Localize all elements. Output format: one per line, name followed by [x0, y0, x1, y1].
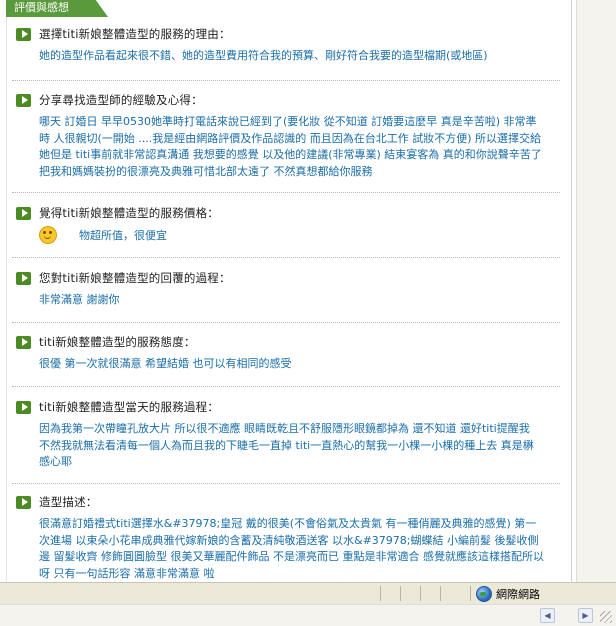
- answer-text: 她的造型作品看起來很不錯、她的造型費用符合我的預算、剛好符合我要的造型檔期(或地…: [39, 49, 488, 62]
- play-arrow-icon: [16, 93, 31, 107]
- globe-icon: [476, 586, 492, 602]
- play-arrow-icon: [16, 335, 31, 349]
- question-block-price: 覺得titi新娘整體造型的服務價格： 物超所值，很便宜: [16, 205, 556, 245]
- divider: [12, 322, 560, 323]
- answer-text: 很滿意訂婚禮式titi選擇水&#37978;皇冠 戴的很美(不會俗氣及太貴氣 有…: [39, 517, 544, 580]
- question-block-process: titi新娘整體造型當天的服務過程： 因為我第一次帶瞳孔放大片 所以很不適應 眼…: [16, 399, 556, 471]
- vertical-scrollbar-track[interactable]: [576, 0, 616, 582]
- divider: [12, 257, 560, 258]
- play-arrow-icon: [16, 27, 31, 41]
- question-title: 分享尋找造型師的經驗及心得：: [39, 93, 203, 107]
- answer-text: 哪天 訂婚日 早早0530她準時打電話來說已經到了(要化妝 從不知道 訂婚要這麼…: [39, 115, 542, 178]
- vertical-scrollbar[interactable]: [576, 0, 616, 582]
- question-block-experience: 分享尋找造型師的經驗及心得： 哪天 訂婚日 早早0530她準時打電話來說已經到了…: [16, 92, 556, 180]
- status-separator: [400, 586, 401, 601]
- play-arrow-icon: [16, 206, 31, 220]
- divider: [12, 483, 560, 484]
- question-title: 造型描述：: [39, 495, 98, 509]
- divider: [12, 386, 560, 387]
- section-tab-header: 評價與感想: [6, 0, 108, 17]
- status-separator: [470, 586, 471, 601]
- page-content: 評價與感想 選擇titi新娘整體造型的服務的理由： 她的造型作品看起來很不錯、她…: [0, 0, 576, 582]
- question-title: titi新娘整體造型當天的服務過程：: [39, 400, 220, 414]
- scroll-left-button[interactable]: ◀: [540, 608, 555, 623]
- resize-grip[interactable]: [600, 611, 612, 623]
- divider: [12, 192, 560, 193]
- play-arrow-icon: [16, 271, 31, 285]
- question-title: 您對titi新娘整體造型的回覆的過程：: [39, 271, 231, 285]
- question-title: 選擇titi新娘整體造型的服務的理由：: [39, 27, 231, 41]
- price-rating-text: 物超所值，很便宜: [79, 229, 167, 242]
- answer-text: 非常滿意 謝謝你: [39, 293, 120, 306]
- question-title: 覺得titi新娘整體造型的服務價格：: [39, 206, 220, 220]
- horizontal-scrollbar[interactable]: ◀ ▶: [0, 604, 616, 626]
- answer-text: 很優 第一次就很滿意 希望結婚 也可以有相同的感受: [39, 357, 292, 370]
- status-separator: [420, 586, 421, 601]
- security-zone-label: 網際網路: [496, 588, 540, 601]
- question-block-reply: 您對titi新娘整體造型的回覆的過程： 非常滿意 謝謝你: [16, 270, 556, 309]
- smiley-face-icon: [39, 226, 57, 244]
- answer-text: 因為我第一次帶瞳孔放大片 所以很不適應 眼睛既乾且不舒服隱形眼鏡都掉為 還不知道…: [39, 422, 534, 468]
- question-title: titi新娘整體造型的服務態度：: [39, 335, 196, 349]
- scroll-right-button[interactable]: ▶: [578, 608, 593, 623]
- question-block-reason: 選擇titi新娘整體造型的服務的理由： 她的造型作品看起來很不錯、她的造型費用符…: [16, 26, 556, 65]
- question-block-attitude: titi新娘整體造型的服務態度： 很優 第一次就很滿意 希望結婚 也可以有相同的…: [16, 334, 556, 373]
- status-bar: 網際網路: [0, 582, 616, 604]
- question-block-style: 造型描述： 很滿意訂婚禮式titi選擇水&#37978;皇冠 戴的很美(不會俗氣…: [16, 494, 556, 582]
- divider: [12, 80, 560, 81]
- play-arrow-icon: [16, 495, 31, 509]
- play-arrow-icon: [16, 400, 31, 414]
- status-separator: [440, 586, 441, 601]
- status-separator: [380, 586, 381, 601]
